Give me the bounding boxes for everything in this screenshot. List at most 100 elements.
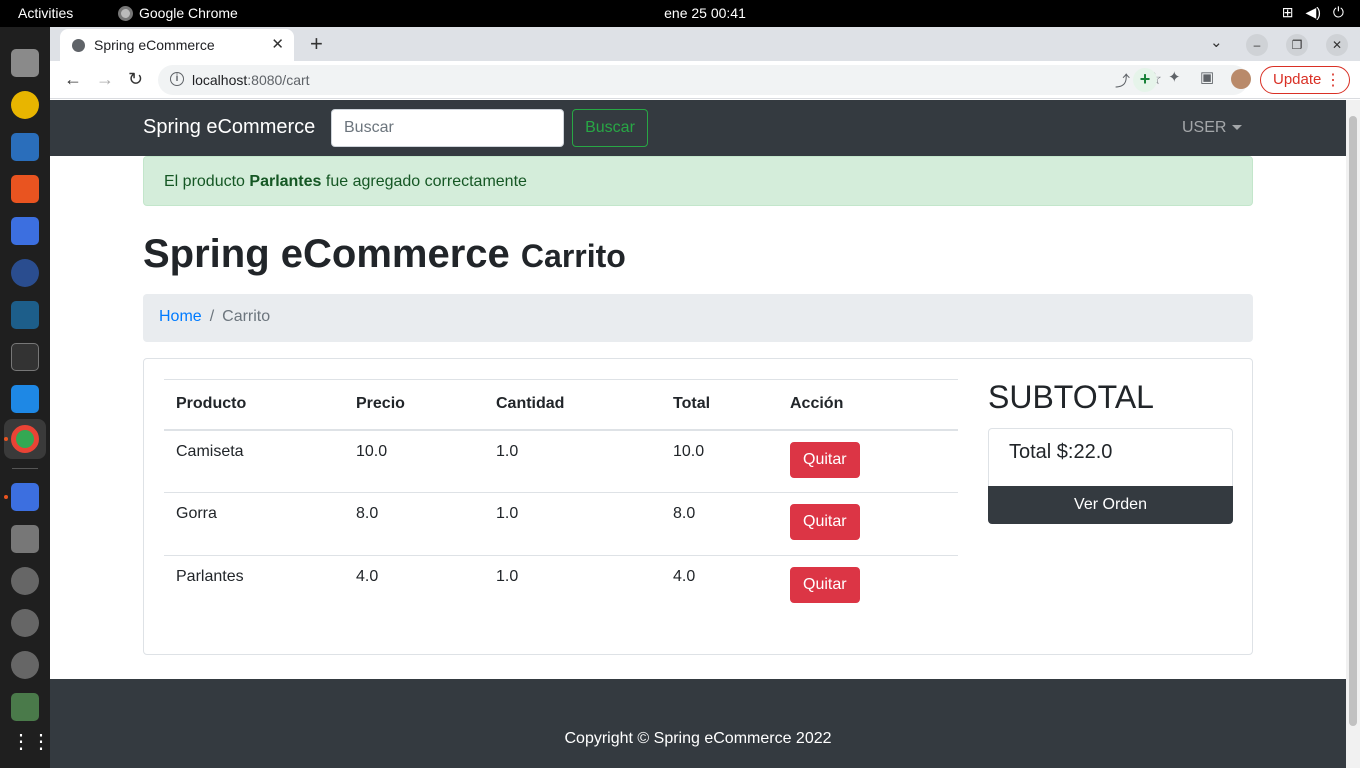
- cell-cantidad: 1.0: [496, 442, 519, 460]
- column-header: Precio: [344, 379, 484, 431]
- remove-button[interactable]: Quitar: [790, 504, 860, 540]
- page-title: Spring eCommerce Carrito: [143, 232, 626, 276]
- tab-title: Spring eCommerce: [94, 37, 215, 53]
- maximize-icon[interactable]: ❐: [1286, 34, 1308, 56]
- site-footer: Copyright © Spring eCommerce 2022: [50, 679, 1346, 768]
- remove-button[interactable]: Quitar: [790, 441, 860, 478]
- tab-active[interactable]: Spring eCommerce ✕: [60, 29, 294, 61]
- breadcrumb-home-link[interactable]: Home: [159, 308, 202, 325]
- writer-icon[interactable]: [11, 133, 39, 161]
- cell-precio: 4.0: [344, 555, 484, 619]
- profile-avatar[interactable]: [1231, 69, 1251, 89]
- site-info-icon[interactable]: i: [170, 72, 184, 86]
- browser-window: Spring eCommerce ✕ + ⌄ – ❐ ✕ ← → ↻ i loc…: [50, 27, 1360, 768]
- usb-drive-icon[interactable]: [11, 525, 39, 553]
- subtotal-heading: SUBTOTAL: [988, 379, 1154, 415]
- close-window-icon[interactable]: ✕: [1326, 34, 1348, 56]
- tab-search-icon[interactable]: ⌄: [1210, 33, 1223, 51]
- files-icon[interactable]: [11, 49, 39, 77]
- cell-accion: Quitar: [778, 430, 958, 493]
- view-order-button[interactable]: Ver Orden: [988, 486, 1233, 524]
- minimize-icon[interactable]: –: [1246, 34, 1268, 56]
- new-tab-icon[interactable]: +: [310, 31, 323, 57]
- rhythmbox-icon[interactable]: [11, 91, 39, 119]
- system-tray[interactable]: ⊞ ◀) ⏻: [1282, 4, 1344, 21]
- table-row: Gorra 8.0 1.0 8.0 Quitar: [164, 492, 958, 556]
- remove-button[interactable]: Quitar: [790, 567, 860, 603]
- subtotal-panel: SUBTOTAL Total $:22.0 Ver Orden: [988, 379, 1233, 524]
- table-header-row: Producto Precio Cantidad Total Acción: [164, 379, 958, 431]
- cell-accion: Quitar: [778, 492, 958, 556]
- page-scrollbar[interactable]: [1346, 100, 1360, 768]
- site-navbar: Spring eCommerce Buscar USER: [50, 100, 1346, 156]
- update-button[interactable]: Update ⋮: [1260, 66, 1350, 94]
- system-top-bar: Activities Google Chrome ene 25 00:41 ⊞ …: [0, 0, 1360, 27]
- breadcrumb-current: Carrito: [222, 308, 271, 325]
- cell-producto: Camiseta: [176, 442, 244, 460]
- reload-icon[interactable]: ↻: [128, 69, 143, 90]
- column-header: Total: [661, 379, 778, 431]
- mysql-workbench-icon[interactable]: [11, 301, 39, 329]
- disc-icon[interactable]: [11, 609, 39, 637]
- tab-strip: Spring eCommerce ✕ + ⌄ – ❐ ✕: [50, 27, 1360, 61]
- cart-card: Producto Precio Cantidad Total Acción Ca…: [143, 358, 1253, 655]
- close-tab-icon[interactable]: ✕: [271, 35, 284, 53]
- disc-icon[interactable]: [11, 651, 39, 679]
- cart-table: Producto Precio Cantidad Total Acción Ca…: [164, 379, 958, 619]
- running-indicator: [4, 437, 8, 441]
- network-icon: ⊞: [1281, 4, 1294, 20]
- dock-separator: [12, 468, 38, 469]
- extensions-puzzle-icon[interactable]: ✦: [1168, 68, 1181, 86]
- url-text: localhost:8080/cart: [192, 72, 310, 88]
- column-header: Acción: [778, 379, 958, 431]
- volume-icon: ◀): [1305, 4, 1321, 20]
- footer-copyright: Copyright © Spring eCommerce 2022: [564, 730, 832, 747]
- software-icon[interactable]: [11, 175, 39, 203]
- alert-product-name: Parlantes: [249, 173, 322, 190]
- navbar-brand[interactable]: Spring eCommerce: [143, 116, 315, 139]
- browser-toolbar: ← → ↻ i localhost:8080/cart ⤴ ☆ + ✦ ▣ Up…: [50, 61, 1360, 99]
- terminal-icon[interactable]: [11, 343, 39, 371]
- web-page: Spring eCommerce Buscar USER El producto…: [50, 100, 1346, 768]
- cell-precio: 8.0: [344, 492, 484, 556]
- chevron-down-icon: [1232, 125, 1243, 131]
- cell-producto: Parlantes: [164, 555, 344, 619]
- table-row: Camiseta 10.0 1.0 10.0 Quitar: [164, 430, 958, 493]
- scrollbar-thumb[interactable]: [1349, 116, 1357, 726]
- address-bar[interactable]: i localhost:8080/cart ⤴ ☆: [158, 65, 1248, 95]
- power-icon: ⏻: [1332, 4, 1344, 20]
- forward-icon[interactable]: →: [96, 69, 114, 90]
- chrome-dock-icon[interactable]: [11, 425, 39, 453]
- column-header: Producto: [164, 379, 344, 431]
- cell-cantidad: 1.0: [484, 492, 661, 556]
- search-input[interactable]: [331, 109, 564, 147]
- intellij-icon[interactable]: [11, 217, 39, 245]
- extension-plus-icon[interactable]: +: [1133, 68, 1157, 92]
- disc-icon[interactable]: [11, 567, 39, 595]
- table-row: Parlantes 4.0 1.0 4.0 Quitar: [164, 555, 958, 619]
- cell-producto: Gorra: [164, 492, 344, 556]
- side-panel-icon[interactable]: ▣: [1200, 68, 1214, 86]
- intellij-running-icon[interactable]: [11, 483, 39, 511]
- cell-total: 10.0: [673, 442, 705, 460]
- dock: ⋮⋮⋮: [0, 27, 71, 768]
- success-alert: El producto Parlantes fue agregado corre…: [143, 156, 1253, 206]
- share-icon[interactable]: ⤴: [1115, 70, 1130, 91]
- cell-cantidad: 1.0: [484, 555, 661, 619]
- clock[interactable]: ene 25 00:41: [0, 5, 1360, 21]
- webstorm-icon[interactable]: [11, 259, 39, 287]
- user-dropdown[interactable]: USER: [1182, 119, 1243, 137]
- cell-accion: Quitar: [778, 555, 958, 619]
- page-subtitle: Carrito: [520, 238, 626, 274]
- breadcrumb: Home / Carrito: [143, 294, 1253, 342]
- globe-icon: [72, 39, 85, 52]
- trash-icon[interactable]: [11, 693, 39, 721]
- search-button[interactable]: Buscar: [572, 109, 648, 147]
- breadcrumb-separator: /: [209, 308, 215, 325]
- show-apps-icon[interactable]: ⋮⋮⋮: [11, 729, 71, 757]
- vscode-icon[interactable]: [11, 385, 39, 413]
- more-menu-icon[interactable]: ⋮: [1325, 70, 1341, 90]
- running-indicator: [4, 495, 8, 499]
- cell-precio: 10.0: [356, 442, 388, 460]
- back-icon[interactable]: ←: [64, 69, 82, 90]
